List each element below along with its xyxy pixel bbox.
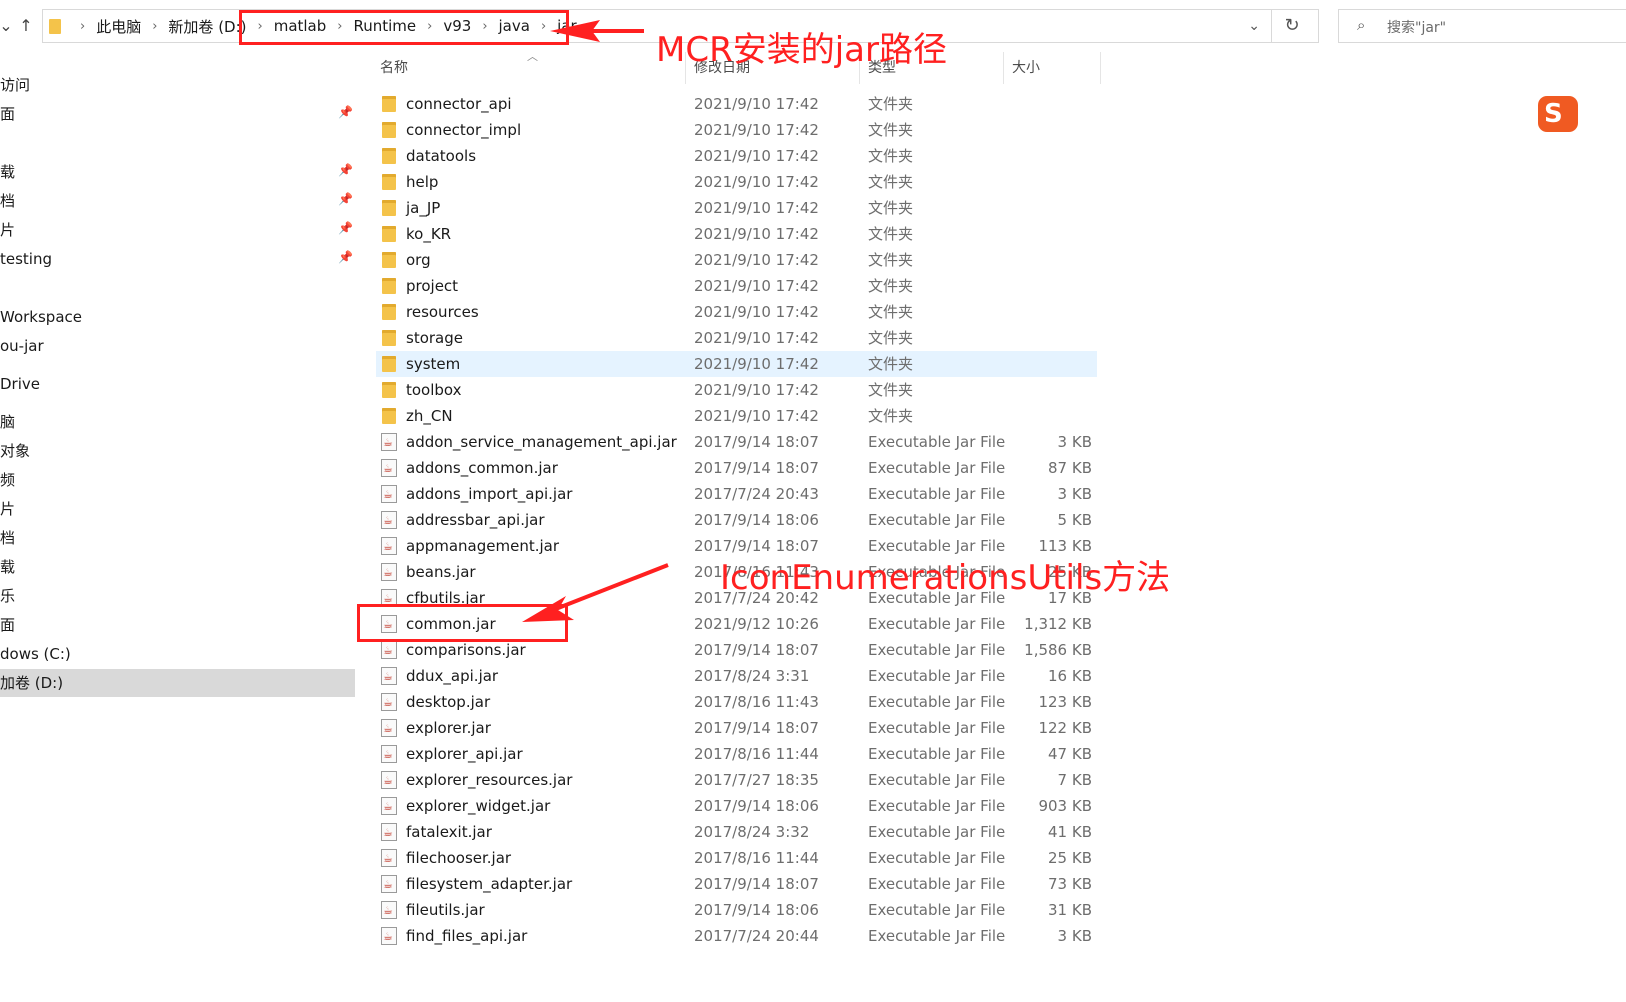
method-arrow-shaft bbox=[547, 563, 669, 614]
method-arrow-head bbox=[522, 596, 574, 622]
annotation-arrows bbox=[522, 20, 669, 622]
